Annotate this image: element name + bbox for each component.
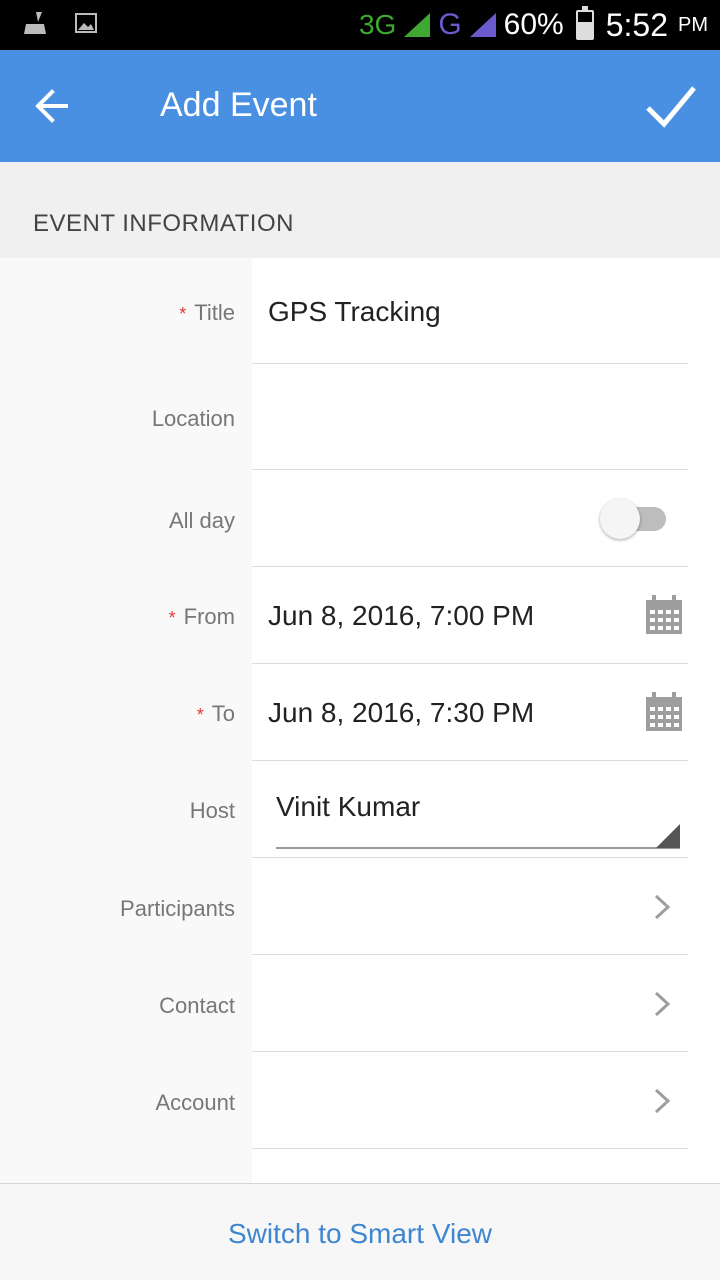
all-day-toggle[interactable] [600, 499, 666, 539]
battery-percent: 60% [503, 8, 564, 41]
section-header: EVENT INFORMATION [0, 162, 720, 258]
to-label: * To [197, 701, 235, 727]
section-title: EVENT INFORMATION [33, 210, 294, 237]
event-form: * Title GPS Tracking Location All day * Fr… [0, 258, 720, 1183]
battery-icon [575, 6, 594, 40]
location-label: Location [151, 406, 235, 431]
host-select-underline [276, 847, 680, 849]
chevron-right-icon[interactable] [652, 893, 674, 921]
clock-ampm: PM [678, 13, 708, 36]
account-row[interactable]: Account [0, 1052, 720, 1148]
title-input[interactable]: GPS Tracking [268, 296, 441, 328]
status-bar: 3G G 60% 5:52 PM [0, 0, 720, 50]
from-datetime-field[interactable]: Jun 8, 2016, 7:00 PM [268, 600, 534, 632]
from-label-text: From [183, 604, 235, 629]
network-3g-label: 3G [358, 9, 397, 40]
location-input[interactable] [268, 402, 688, 442]
signal-3g-icon [404, 13, 431, 37]
chevron-right-icon[interactable] [652, 990, 674, 1018]
divider [252, 1148, 688, 1149]
title-row: * Title GPS Tracking [0, 258, 720, 363]
contact-label: Contact [159, 993, 235, 1018]
cleaner-icon [24, 12, 46, 34]
to-row: * To Jun 8, 2016, 7:30 PM [0, 664, 720, 760]
app-bar: Add Event [0, 50, 720, 162]
bottom-bar: Switch to Smart View [0, 1183, 720, 1280]
calendar-icon[interactable] [644, 594, 684, 636]
participants-label: Participants [120, 896, 235, 921]
host-label: Host [189, 798, 235, 823]
status-right: 3G G 60% 5:52 PM [359, 4, 708, 46]
chevron-right-icon[interactable] [652, 1087, 674, 1115]
network-g-label: G [438, 8, 462, 41]
switch-to-smart-view-link[interactable]: Switch to Smart View [0, 1218, 720, 1250]
contact-row[interactable]: Contact [0, 955, 720, 1051]
account-label: Account [155, 1090, 236, 1115]
to-label-text: To [211, 701, 235, 726]
image-icon [75, 13, 97, 33]
host-row: Host Vinit Kumar [0, 761, 720, 857]
signal-g-icon [469, 13, 496, 37]
required-marker: * [179, 304, 187, 324]
clock-time: 5:52 [605, 6, 668, 43]
required-marker: * [168, 608, 176, 628]
from-label: * From [169, 604, 235, 630]
from-row: * From Jun 8, 2016, 7:00 PM [0, 567, 720, 663]
location-row: Location [0, 364, 720, 469]
participants-row[interactable]: Participants [0, 858, 720, 954]
to-datetime-field[interactable]: Jun 8, 2016, 7:30 PM [268, 697, 534, 729]
toggle-knob [600, 499, 640, 539]
check-icon[interactable] [644, 80, 698, 132]
title-label: * Title [179, 300, 235, 326]
all-day-row: All day [0, 470, 720, 566]
back-arrow-icon[interactable] [32, 84, 80, 128]
status-left [22, 10, 98, 36]
host-select[interactable]: Vinit Kumar [276, 791, 420, 823]
required-marker: * [196, 705, 204, 725]
title-label-text: Title [194, 300, 235, 325]
dropdown-corner-icon [656, 824, 680, 848]
page-title: Add Event [160, 86, 317, 124]
all-day-label: All day [168, 508, 235, 533]
calendar-icon[interactable] [644, 691, 684, 733]
